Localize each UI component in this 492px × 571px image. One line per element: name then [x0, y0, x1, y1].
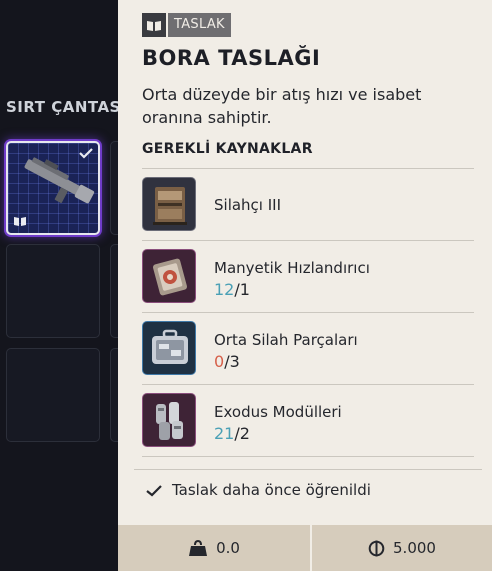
item-weight: 0.0: [118, 525, 310, 571]
item-footer: 0.0 5.000: [118, 525, 492, 571]
requirement-name: Exodus Modülleri: [214, 403, 342, 421]
requirement-count: 21/2: [214, 424, 250, 443]
requirement-row: Manyetik Hızlandırıcı 12/1: [142, 241, 474, 313]
inventory-slot[interactable]: [6, 244, 100, 338]
weight-value: 0.0: [216, 539, 240, 557]
rifle-blueprint-icon: [24, 157, 95, 204]
workbench-icon: [142, 177, 196, 231]
backpack-title: SIRT ÇANTASI: [6, 98, 127, 116]
learned-status-text: Taslak daha önce öğrenildi: [172, 481, 371, 499]
divider: [134, 469, 482, 470]
learned-check-icon: [79, 148, 93, 159]
blueprint-book-icon: [142, 13, 166, 37]
item-description: Orta düzeyde bir atış hızı ve isabet ora…: [142, 85, 422, 127]
price-value: 5.000: [393, 539, 436, 557]
weapon-parts-case-icon: [142, 321, 196, 375]
item-type-tag: TASLAK: [142, 13, 231, 37]
required-count: 2: [239, 424, 250, 443]
magnetic-accelerator-icon: [142, 249, 196, 303]
currency-icon: [368, 540, 385, 556]
owned-count: 0: [214, 352, 225, 371]
requirement-name: Manyetik Hızlandırıcı: [214, 259, 370, 277]
item-tooltip-panel: TASLAK BORA TASLAĞI Orta düzeyde bir atı…: [118, 0, 492, 571]
learned-status: Taslak daha önce öğrenildi: [146, 481, 371, 499]
requirement-name: Silahçı III: [214, 196, 282, 214]
requirement-count: 0/3: [214, 352, 240, 371]
item-price: 5.000: [312, 525, 492, 571]
owned-count: 21: [214, 424, 235, 443]
requirement-row: Silahçı III: [142, 169, 474, 241]
requirement-count: 12/1: [214, 280, 250, 299]
weight-icon: [189, 539, 208, 556]
owned-count: 12: [214, 280, 235, 299]
inventory-slot-bora-blueprint[interactable]: [6, 141, 100, 235]
requirement-row: Orta Silah Parçaları 0/3: [142, 313, 474, 385]
requirement-row: Exodus Modülleri 21/2: [142, 385, 474, 457]
inventory-slot[interactable]: [6, 348, 100, 442]
requirements-heading: GEREKLİ KAYNAKLAR: [142, 141, 313, 157]
required-count: 1: [239, 280, 250, 299]
check-icon: [146, 484, 162, 496]
required-count: 3: [229, 352, 240, 371]
blueprint-book-icon: [14, 217, 26, 226]
item-title: BORA TASLAĞI: [142, 46, 321, 70]
item-type-label: TASLAK: [168, 13, 231, 37]
requirement-name: Orta Silah Parçaları: [214, 331, 358, 349]
exodus-modules-icon: [142, 393, 196, 447]
